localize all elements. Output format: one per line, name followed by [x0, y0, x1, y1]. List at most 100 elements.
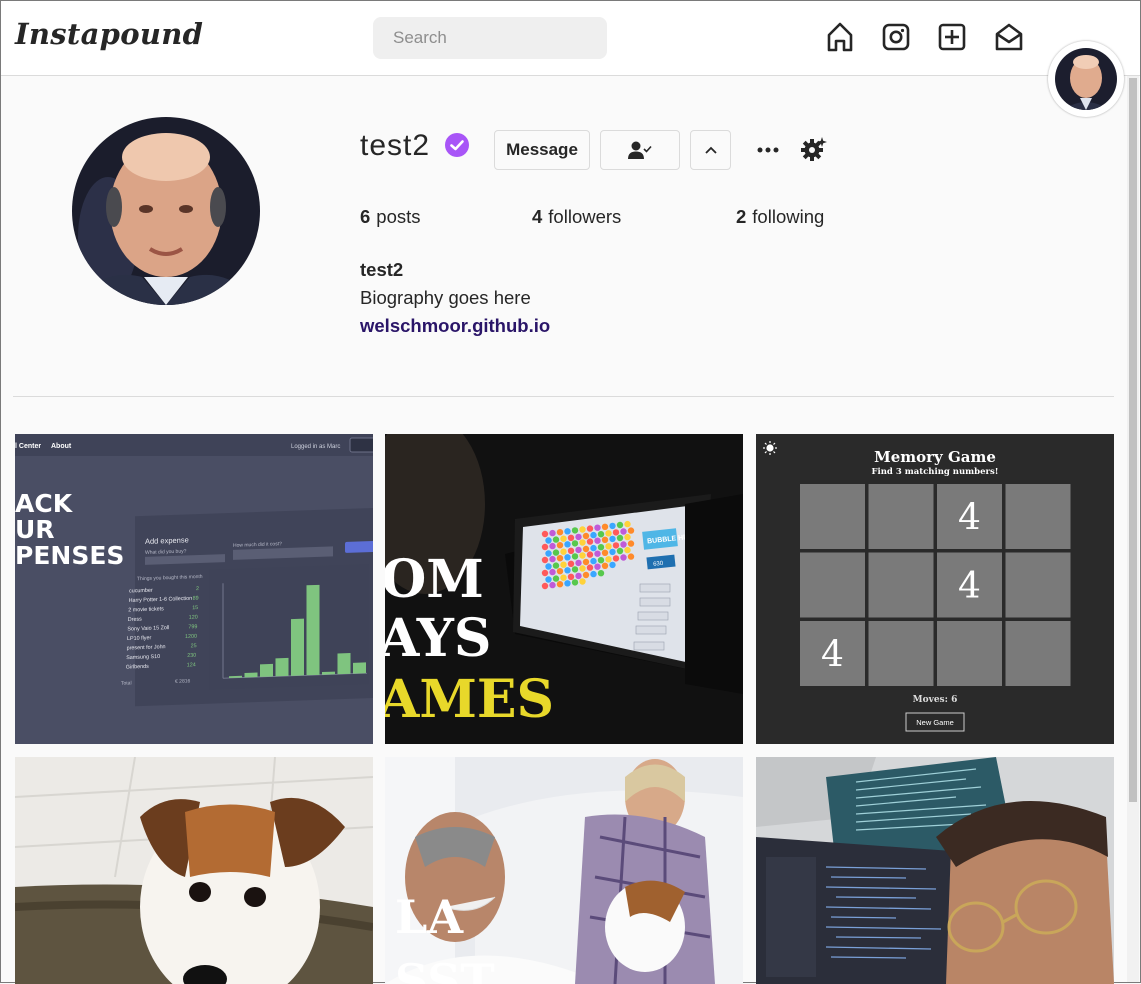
- post1-item-value: 2: [196, 586, 199, 592]
- instagram-icon[interactable]: [881, 21, 911, 53]
- bubble: [582, 545, 590, 553]
- post-thumbnail-dog[interactable]: [15, 757, 373, 984]
- post1-item-name: cucumber: [129, 588, 153, 595]
- page-scrollbar[interactable]: [1127, 76, 1139, 982]
- bubble: [545, 550, 552, 557]
- bubble: [575, 572, 582, 580]
- bubble: [620, 541, 627, 548]
- add-post-icon[interactable]: [937, 21, 967, 53]
- post1-item-name: Samsung S10: [126, 654, 160, 661]
- bubble: [552, 549, 560, 556]
- post1-item-name: 2 movie tickets: [128, 606, 164, 613]
- post-thumbnail-people-with-dog[interactable]: LA SST: [385, 757, 743, 984]
- bubble: [627, 553, 635, 560]
- post1-item-name: Dress: [128, 617, 142, 624]
- bubble: [567, 547, 575, 554]
- app-logo[interactable]: Instapound: [15, 17, 203, 51]
- suggestions-toggle-button[interactable]: [690, 130, 731, 170]
- more-options-icon[interactable]: [755, 139, 781, 161]
- profile-username: test2: [360, 129, 431, 162]
- bubble: [616, 547, 624, 555]
- settings-gear-icon[interactable]: [800, 135, 828, 163]
- user-check-icon: [628, 141, 652, 159]
- bubble: [552, 562, 560, 569]
- bio-name: test2: [360, 259, 404, 280]
- messages-icon[interactable]: [994, 21, 1024, 53]
- post5-line-2: SST: [395, 954, 495, 984]
- bubble: [594, 563, 601, 570]
- followers-stat[interactable]: 4 followers: [532, 206, 621, 228]
- bubble: [582, 558, 590, 566]
- bio-text: Biography goes here: [360, 287, 531, 308]
- bubble: [582, 532, 590, 540]
- bubble: [556, 542, 564, 549]
- post1-item-value: 799: [188, 624, 197, 630]
- scrollbar-thumb[interactable]: [1129, 78, 1137, 802]
- bubble: [609, 522, 616, 530]
- bubble: [601, 536, 609, 543]
- post1-item-value: 1200: [185, 634, 197, 640]
- posts-label: posts: [376, 206, 421, 227]
- following-label: following: [752, 206, 825, 227]
- user-avatar-menu[interactable]: [1048, 41, 1124, 117]
- bubble: [560, 535, 567, 542]
- post1-chart-bar: [353, 662, 366, 674]
- bubble: [579, 526, 586, 533]
- home-icon[interactable]: [825, 21, 855, 53]
- bubble: [567, 573, 575, 580]
- bubble: [620, 554, 627, 561]
- website-link[interactable]: welschmoor.github.io: [360, 315, 550, 337]
- bubble: [556, 529, 564, 536]
- bubble: [545, 563, 552, 570]
- bubble: [616, 534, 624, 542]
- bubble: [609, 535, 616, 543]
- bubble: [627, 527, 635, 534]
- bubble: [612, 555, 620, 562]
- post-thumbnail-selfie-coding[interactable]: [756, 757, 1114, 984]
- post-thumbnail-bubble-game[interactable]: BUBBLE HIT 630 OM AYS AMES: [385, 434, 743, 744]
- bubble: [586, 564, 594, 571]
- bubble: [590, 544, 597, 552]
- bubble: [571, 553, 579, 560]
- memory-card: [800, 552, 865, 618]
- bubble: [620, 528, 627, 535]
- memory-card: [1005, 621, 1071, 686]
- bubble: [560, 574, 567, 581]
- post1-big-line-1: ACK: [15, 489, 74, 518]
- bubble: [605, 530, 612, 537]
- bubble: [575, 533, 582, 541]
- message-button[interactable]: Message: [494, 130, 590, 170]
- bubble: [624, 533, 631, 541]
- followers-count: 4: [532, 206, 543, 227]
- post1-item-name: LP10 flyer: [127, 635, 151, 642]
- bubble: [597, 557, 605, 564]
- bubble: [579, 578, 586, 585]
- bubble: [571, 527, 579, 534]
- bubble: [545, 576, 552, 583]
- top-navigation-bar: Instapound: [1, 1, 1140, 76]
- post2-line-1: OM: [385, 549, 484, 610]
- bubble: [594, 524, 601, 531]
- bubble: [549, 568, 556, 576]
- chevron-up-icon: [704, 146, 717, 154]
- bubble: [597, 544, 605, 551]
- bubble: [541, 582, 549, 590]
- post-thumbnail-expense-tracker[interactable]: l Center About Logged in as Marc ACK UR …: [15, 434, 373, 744]
- followers-label: followers: [548, 206, 622, 227]
- memory-card-value: 4: [958, 498, 981, 539]
- following-stat[interactable]: 2 following: [736, 206, 824, 228]
- post3-subtitle: Find 3 matching numbers!: [871, 467, 998, 477]
- post1-item-value: 124: [187, 662, 196, 668]
- post-thumbnail-memory-game[interactable]: Memory Game Find 3 matching numbers! 4 4 4…: [756, 434, 1114, 744]
- search-input[interactable]: [373, 17, 607, 59]
- bubble: [616, 521, 624, 529]
- posts-count: 6: [360, 206, 371, 227]
- profile-picture[interactable]: [72, 117, 260, 305]
- bubble: [612, 529, 620, 536]
- bubble: [556, 581, 564, 588]
- bubble: [609, 548, 616, 556]
- bubble: [605, 543, 612, 550]
- memory-card: [1005, 484, 1071, 549]
- bubble: [564, 528, 571, 535]
- following-button[interactable]: [600, 130, 680, 170]
